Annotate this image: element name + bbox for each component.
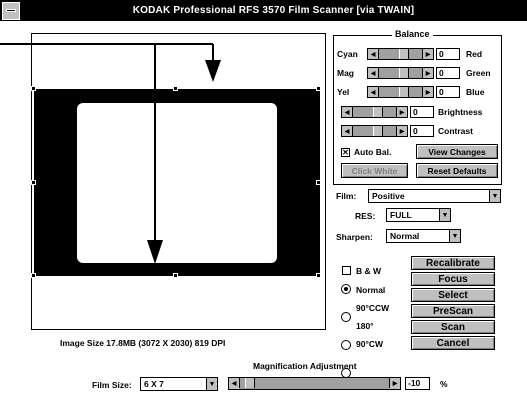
bw-checkbox[interactable] bbox=[342, 266, 351, 275]
system-menu-icon bbox=[6, 9, 16, 12]
cyan-red-value[interactable]: 0 bbox=[436, 48, 460, 60]
auto-bal-checkbox[interactable]: ✕ bbox=[341, 148, 350, 157]
arrow-right-icon[interactable]: ▶ bbox=[396, 126, 407, 136]
arrow-left-icon[interactable]: ◀ bbox=[368, 49, 379, 59]
scan-button[interactable]: Scan bbox=[411, 320, 495, 334]
arrow-left-icon[interactable]: ◀ bbox=[342, 126, 353, 136]
dropdown-arrow-icon[interactable]: ▼ bbox=[489, 190, 500, 202]
yel-blue-value[interactable]: 0 bbox=[436, 86, 460, 98]
sharpen-label: Sharpen: bbox=[336, 232, 373, 242]
contrast-label: Contrast bbox=[438, 126, 473, 136]
crop-handle-bottom-left[interactable] bbox=[31, 273, 36, 278]
crop-handle-bottom[interactable] bbox=[173, 273, 178, 278]
brightness-label: Brightness bbox=[438, 107, 483, 117]
cancel-button[interactable]: Cancel bbox=[411, 336, 495, 350]
mag-label: Mag bbox=[337, 68, 354, 78]
sharpen-value: Normal bbox=[390, 231, 420, 241]
sharpen-dropdown[interactable]: Normal ▼ bbox=[386, 229, 461, 243]
film-size-label: Film Size: bbox=[92, 380, 132, 390]
film-label: Film: bbox=[336, 191, 357, 201]
arrow-right-icon[interactable]: ▶ bbox=[422, 87, 433, 97]
crop-handle-top-left[interactable] bbox=[31, 86, 36, 91]
res-dropdown[interactable]: FULL ▼ bbox=[386, 208, 451, 222]
reset-defaults-button[interactable]: Reset Defaults bbox=[416, 163, 498, 178]
arrow-right-icon[interactable]: ▶ bbox=[422, 49, 433, 59]
image-size-info: Image Size 17.8MB (3072 X 2030) 819 DPI bbox=[60, 338, 226, 348]
orientation-180-label: 180° bbox=[356, 321, 374, 331]
prescan-button[interactable]: PreScan bbox=[411, 304, 495, 318]
focus-button[interactable]: Focus bbox=[411, 272, 495, 286]
select-button[interactable]: Select bbox=[411, 288, 495, 302]
bw-label: B & W bbox=[356, 266, 382, 276]
film-size-dropdown[interactable]: 6 X 7 ▼ bbox=[140, 377, 218, 391]
red-label: Red bbox=[466, 49, 483, 59]
crop-handle-right[interactable] bbox=[316, 180, 321, 185]
green-label: Green bbox=[466, 68, 491, 78]
system-menu-button[interactable] bbox=[2, 1, 20, 20]
orientation-90cw-label: 90°CW bbox=[356, 339, 384, 349]
contrast-value[interactable]: 0 bbox=[410, 125, 434, 137]
mag-green-value[interactable]: 0 bbox=[436, 67, 460, 79]
dropdown-arrow-icon[interactable]: ▼ bbox=[206, 378, 217, 390]
magnification-unit: % bbox=[440, 379, 448, 389]
mag-green-slider[interactable]: ◀ ▶ bbox=[367, 67, 434, 79]
crop-handle-top-right[interactable] bbox=[316, 86, 321, 91]
crop-handle-top[interactable] bbox=[173, 86, 178, 91]
magnification-slider[interactable]: ◀ ▶ bbox=[228, 377, 401, 390]
click-white-button[interactable]: Click White bbox=[341, 163, 408, 178]
arrow-left-icon[interactable]: ◀ bbox=[368, 87, 379, 97]
contrast-slider[interactable]: ◀ ▶ bbox=[341, 125, 408, 137]
orientation-90ccw-label: 90°CCW bbox=[356, 303, 390, 313]
crop-handle-bottom-right[interactable] bbox=[316, 273, 321, 278]
arrow-left-icon[interactable]: ◀ bbox=[368, 68, 379, 78]
dropdown-arrow-icon[interactable]: ▼ bbox=[439, 209, 450, 221]
cyan-red-slider[interactable]: ◀ ▶ bbox=[367, 48, 434, 60]
arrow-right-icon[interactable]: ▶ bbox=[389, 378, 400, 388]
auto-bal-label: Auto Bal. bbox=[354, 147, 392, 157]
title-bar: KODAK Professional RFS 3570 Film Scanner… bbox=[0, 0, 527, 21]
cyan-label: Cyan bbox=[337, 49, 358, 59]
film-size-value: 6 X 7 bbox=[144, 379, 164, 389]
blue-label: Blue bbox=[466, 87, 485, 97]
orientation-180-radio[interactable] bbox=[341, 340, 351, 350]
res-label: RES: bbox=[355, 211, 376, 221]
arrow-left-icon[interactable]: ◀ bbox=[229, 378, 240, 388]
window-title: KODAK Professional RFS 3570 Film Scanner… bbox=[132, 5, 415, 16]
magnification-value[interactable]: -10 bbox=[405, 377, 430, 390]
film-value: Positive bbox=[372, 191, 405, 201]
balance-title: Balance bbox=[392, 29, 433, 39]
dropdown-arrow-icon[interactable]: ▼ bbox=[449, 230, 460, 242]
yel-label: Yel bbox=[337, 87, 350, 97]
orientation-normal-radio[interactable] bbox=[341, 284, 351, 294]
view-changes-button[interactable]: View Changes bbox=[416, 144, 498, 159]
orientation-90ccw-radio[interactable] bbox=[341, 312, 351, 322]
yel-blue-slider[interactable]: ◀ ▶ bbox=[367, 86, 434, 98]
arrow-right-icon[interactable]: ▶ bbox=[396, 107, 407, 117]
film-image-area bbox=[77, 103, 277, 263]
res-value: FULL bbox=[390, 210, 412, 220]
recalibrate-button[interactable]: Recalibrate bbox=[411, 256, 495, 270]
arrow-right-icon[interactable]: ▶ bbox=[422, 68, 433, 78]
magnification-title: Magnification Adjustment bbox=[253, 361, 357, 371]
arrow-left-icon[interactable]: ◀ bbox=[342, 107, 353, 117]
film-dropdown[interactable]: Positive ▼ bbox=[368, 189, 501, 203]
brightness-value[interactable]: 0 bbox=[410, 106, 434, 118]
crop-handle-left[interactable] bbox=[31, 180, 36, 185]
brightness-slider[interactable]: ◀ ▶ bbox=[341, 106, 408, 118]
orientation-normal-label: Normal bbox=[356, 285, 386, 295]
